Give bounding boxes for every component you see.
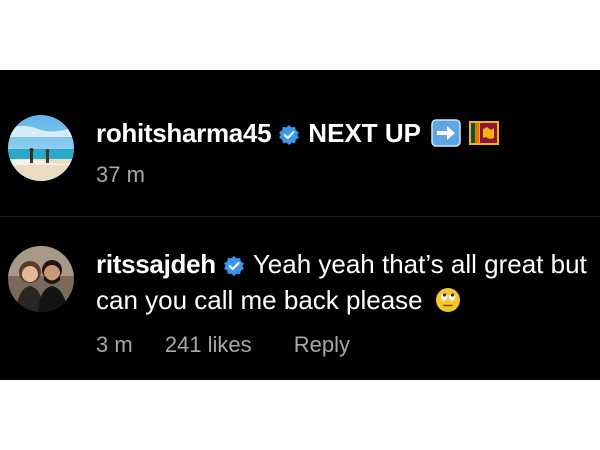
comment-meta: 3 m 241 likes Reply: [96, 332, 350, 358]
comment-meta: 37 m: [96, 162, 145, 188]
beach-photo-icon: [8, 115, 74, 181]
comment-item: rohitsharma45 NEXT UP 37 m: [0, 70, 600, 216]
timestamp: 3 m: [96, 332, 133, 357]
eye-roll-emoji-icon: [429, 287, 461, 313]
comment-header: rohitsharma45 NEXT UP: [96, 118, 499, 148]
comment-header: ritssajdeh Yeah yeah that’s all great bu…: [96, 249, 587, 279]
comment-text-line-2: can you call me back please: [96, 285, 423, 315]
verified-badge-icon: [223, 253, 245, 276]
likes-count[interactable]: 241 likes: [165, 332, 252, 358]
couple-photo-icon: [8, 246, 74, 312]
comment-text-line-1: Yeah yeah that’s all great but: [252, 249, 587, 279]
username[interactable]: ritssajdeh: [96, 249, 216, 279]
comment-text-row: can you call me back please: [96, 285, 461, 315]
verified-badge-icon: [278, 122, 300, 145]
avatar[interactable]: [8, 115, 74, 181]
avatar[interactable]: [8, 246, 74, 312]
timestamp: 37 m: [96, 162, 145, 187]
comment-item: ritssajdeh Yeah yeah that’s all great bu…: [0, 216, 600, 380]
reply-button[interactable]: Reply: [294, 332, 350, 358]
sri-lanka-flag-emoji-icon: [467, 121, 499, 145]
right-arrow-emoji-icon: [427, 119, 461, 147]
username[interactable]: rohitsharma45: [96, 118, 272, 148]
comments-panel: rohitsharma45 NEXT UP 37 m ritssajdeh Ye…: [0, 70, 600, 380]
comment-text: NEXT UP: [308, 118, 421, 148]
